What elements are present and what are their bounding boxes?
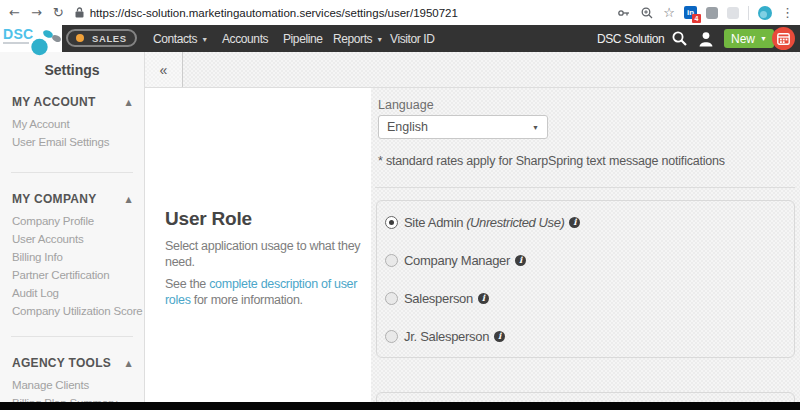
radio-row-jr-salesperson[interactable]: Jr. Salesperson i [377, 329, 794, 344]
sidebar-item-user-accounts[interactable]: User Accounts [12, 233, 144, 245]
browser-chrome: ← → ↻ https://dsc-solution.marketingauto… [0, 0, 800, 25]
radio-site-admin[interactable] [385, 216, 398, 229]
zoom-icon[interactable] [640, 6, 654, 20]
radio-row-site-admin[interactable]: Site Admin (Unrestricted Use) i [377, 215, 794, 230]
url-text: https://dsc-solution.marketingautomation… [90, 7, 458, 19]
calendar-button[interactable] [772, 27, 795, 50]
sidebar-item-partner-certification[interactable]: Partner Certification [12, 269, 144, 281]
collapse-up-icon: ▲ [126, 359, 132, 368]
sidebar-title: Settings [0, 62, 144, 78]
info-icon[interactable]: i [478, 293, 489, 304]
info-icon[interactable]: i [494, 331, 505, 342]
account-name[interactable]: DSC Solution [597, 32, 664, 46]
sidebar-item-billing-info[interactable]: Billing Info [12, 251, 144, 263]
linkedin-extension-icon[interactable]: in4 [684, 6, 697, 19]
new-button[interactable]: New▼ [724, 29, 774, 48]
radio-company-manager[interactable] [385, 254, 398, 267]
sidebar-divider [11, 336, 133, 337]
sidebar-item-company-utilization-score[interactable]: Company Utilization Score [12, 305, 144, 317]
sidebar-item-user-email-settings[interactable]: User Email Settings [12, 136, 144, 148]
sidebar-section-agency-tools[interactable]: AGENCY TOOLS▲ [12, 356, 132, 370]
chevron-down-icon: ▼ [201, 36, 208, 43]
sidebar-section-my-company[interactable]: MY COMPANY▲ [12, 192, 132, 206]
language-select[interactable]: English ▼ [378, 115, 548, 139]
radio-row-salesperson[interactable]: Salesperson i [377, 291, 794, 306]
key-icon[interactable] [617, 6, 631, 20]
collapse-up-icon: ▲ [126, 195, 132, 204]
reload-icon[interactable]: ↻ [53, 6, 64, 19]
sidebar-divider [11, 172, 133, 173]
info-icon[interactable]: i [515, 255, 526, 266]
chevron-down-icon: ▼ [376, 36, 383, 43]
chevron-down-icon: ▼ [760, 35, 767, 42]
content-topbar: « [145, 52, 800, 88]
nav-contacts[interactable]: Contacts▼ [153, 32, 208, 46]
lock-icon [75, 7, 84, 18]
extension-icon-2[interactable] [727, 7, 739, 19]
cloud-logo-icon [27, 25, 63, 57]
search-icon[interactable] [671, 30, 688, 47]
bookmark-star-icon[interactable]: ☆ [663, 6, 675, 19]
back-icon[interactable]: ← [9, 6, 20, 19]
user-role-options: Site Admin (Unrestricted Use) i Company … [376, 200, 795, 358]
extension-badge: 4 [692, 14, 701, 23]
user-role-title: User Role [165, 208, 252, 230]
radio-row-company-manager[interactable]: Company Manager i [377, 253, 794, 268]
extension-icon[interactable] [706, 7, 718, 19]
user-role-description: Select application usage to what they ne… [165, 238, 373, 270]
nav-pipeline[interactable]: Pipeline [283, 32, 323, 46]
app-logo[interactable]: DSC [0, 25, 62, 52]
section-divider [375, 187, 795, 188]
bottom-black-bar [0, 402, 800, 410]
section-description-panel: User Role Select application usage to wh… [145, 88, 371, 402]
settings-sidebar: Settings MY ACCOUNT▲ My Account User Ema… [0, 52, 145, 410]
sidebar-section-my-account[interactable]: MY ACCOUNT▲ [12, 95, 132, 109]
forward-icon[interactable]: → [31, 6, 42, 19]
sidebar-item-manage-clients[interactable]: Manage Clients [12, 379, 144, 391]
browser-menu-icon[interactable]: ⋮ [781, 6, 794, 19]
user-role-help-text: See the complete description of user rol… [165, 276, 373, 308]
environment-pill[interactable]: SALES [66, 29, 137, 47]
sidebar-item-my-account[interactable]: My Account [12, 118, 144, 130]
user-icon[interactable] [697, 31, 715, 47]
environment-dot [76, 34, 84, 42]
logo-tagline [3, 42, 29, 44]
sms-rates-note: * standard rates apply for SharpSpring t… [378, 154, 725, 168]
language-label: Language [378, 98, 434, 112]
profile-avatar[interactable] [758, 6, 772, 20]
collapse-up-icon: ▲ [126, 98, 132, 107]
sidebar-collapse-button[interactable]: « [145, 52, 183, 87]
nav-visitor-id[interactable]: Visitor ID [390, 32, 434, 46]
nav-accounts[interactable]: Accounts [222, 32, 268, 46]
radio-salesperson[interactable] [385, 292, 398, 305]
form-panel: Language English ▼ * standard rates appl… [371, 88, 800, 402]
nav-reports[interactable]: Reports▼ [333, 32, 383, 46]
sidebar-item-audit-log[interactable]: Audit Log [12, 287, 144, 299]
app-navbar: DSC SALES Contacts▼ Accounts Pipeline Re… [0, 25, 800, 52]
calendar-icon [777, 32, 790, 45]
select-caret-icon: ▼ [532, 124, 539, 131]
radio-jr-salesperson[interactable] [385, 330, 398, 343]
address-bar[interactable]: https://dsc-solution.marketingautomation… [75, 7, 458, 19]
info-icon[interactable]: i [569, 217, 580, 228]
sidebar-item-company-profile[interactable]: Company Profile [12, 215, 144, 227]
divider [748, 6, 749, 20]
